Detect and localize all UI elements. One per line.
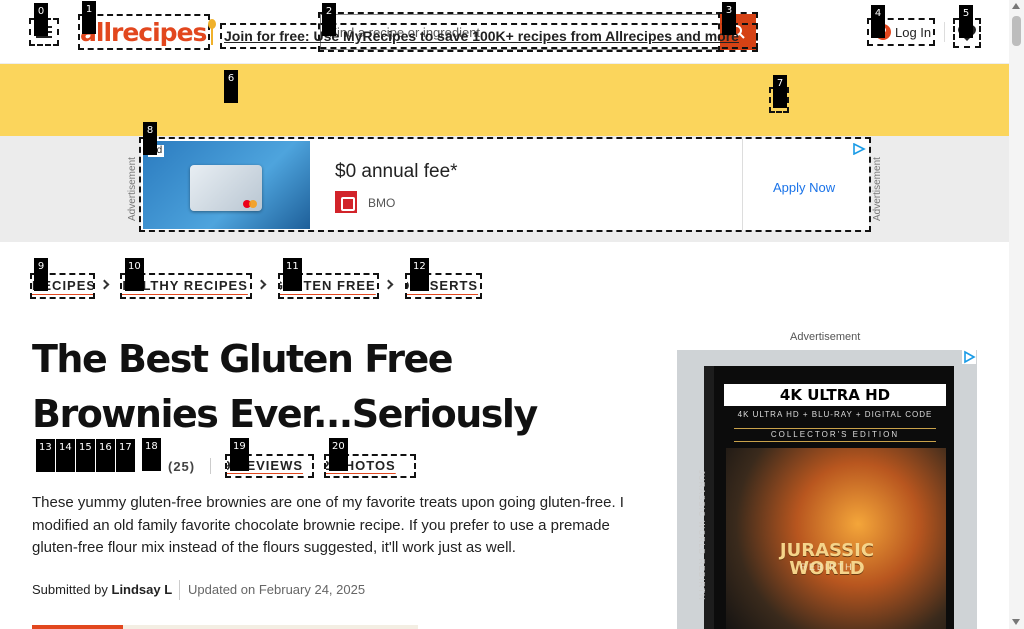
- marker-8: 8: [143, 122, 157, 155]
- chevron-right-icon: [256, 279, 267, 290]
- marker-1: 1: [82, 1, 96, 34]
- edition-line: COLLECTOR'S EDITION: [734, 428, 936, 442]
- login-label: Log In: [895, 24, 932, 40]
- author-link[interactable]: Lindsay L: [112, 582, 173, 597]
- byline: Submitted by Lindsay L: [32, 582, 172, 597]
- marker-2: 2: [322, 3, 336, 36]
- marker-20: 20: [329, 438, 348, 471]
- box-spine-text: JURASSIC WORLD REBIRTH: [697, 470, 706, 601]
- ad-brand-name: BMO: [368, 196, 396, 210]
- marker-9: 9: [34, 258, 48, 291]
- scroll-up-arrow-icon[interactable]: [1012, 3, 1020, 9]
- byline-divider: [179, 580, 180, 600]
- marker-17: 17: [116, 439, 135, 472]
- movie-poster-art: [726, 448, 946, 629]
- mastercard-icon: [249, 200, 257, 208]
- marker-4: 4: [871, 5, 885, 38]
- recipe-title: The Best Gluten Free Brownies Ever...Ser…: [32, 337, 538, 436]
- chevron-right-icon: [383, 279, 394, 290]
- marker-6: 6: [224, 70, 238, 103]
- marker-14: 14: [56, 439, 75, 472]
- updated-date: Updated on February 24, 2025: [188, 582, 366, 597]
- bmo-logo-icon: [335, 191, 357, 213]
- movie-subtitle: REBIRTH: [800, 562, 854, 572]
- ad-divider: [742, 139, 743, 230]
- format-line: 4K ULTRA HD + BLU-RAY + DIGITAL CODE: [737, 410, 933, 419]
- marker-11: 11: [283, 258, 302, 291]
- scroll-down-arrow-icon[interactable]: [1012, 619, 1020, 625]
- header-divider: [944, 22, 945, 42]
- adchoices-icon[interactable]: [962, 350, 976, 364]
- recipe-description: These yummy gluten-free brownies are one…: [32, 494, 624, 556]
- movie-title: JURASSIC WORLD: [779, 540, 875, 579]
- side-ad-label: Advertisement: [790, 331, 861, 343]
- marker-0: 0: [34, 3, 48, 36]
- scroll-thumb[interactable]: [1012, 16, 1021, 46]
- ad-apply-now-link[interactable]: Apply Now: [773, 180, 835, 195]
- byline-prefix: Submitted by: [32, 582, 112, 597]
- side-ad[interactable]: 4K ULTRA HD 4K ULTRA HD + BLU-RAY + DIGI…: [677, 350, 977, 629]
- meta-divider: [210, 458, 211, 474]
- ultra-hd-badge: 4K ULTRA HD: [724, 384, 946, 406]
- ad-side-label-left: Advertisement: [127, 157, 138, 221]
- reading-progress: [32, 625, 418, 629]
- chevron-right-icon: [99, 279, 110, 290]
- marker-12: 12: [410, 258, 429, 291]
- rating-count: (25): [168, 459, 196, 474]
- marker-3: 3: [722, 2, 736, 35]
- bluray-box-art: 4K ULTRA HD 4K ULTRA HD + BLU-RAY + DIGI…: [704, 366, 954, 629]
- marker-5: 5: [959, 5, 973, 38]
- marker-15: 15: [76, 439, 95, 472]
- promo-join-link[interactable]: Join for free: Use MyRecipes to save 100…: [220, 23, 758, 49]
- reading-progress-fill: [32, 625, 123, 629]
- page-scrollbar[interactable]: [1009, 0, 1024, 629]
- site-logo-link[interactable]: allrecipes: [78, 14, 217, 50]
- adchoices-icon[interactable]: [852, 143, 866, 155]
- marker-7: 7: [773, 75, 787, 108]
- ad-side-label-right: Advertisement: [872, 157, 883, 221]
- marker-13: 13: [36, 439, 55, 472]
- logo-wordmark: allrecipes: [80, 17, 207, 47]
- marker-19: 19: [230, 438, 249, 471]
- ad-headline: $0 annual fee*: [335, 161, 458, 182]
- marker-18: 18: [142, 438, 161, 471]
- hamburger-icon-line: [36, 36, 52, 38]
- marker-10: 10: [125, 258, 144, 291]
- marker-16: 16: [96, 439, 115, 472]
